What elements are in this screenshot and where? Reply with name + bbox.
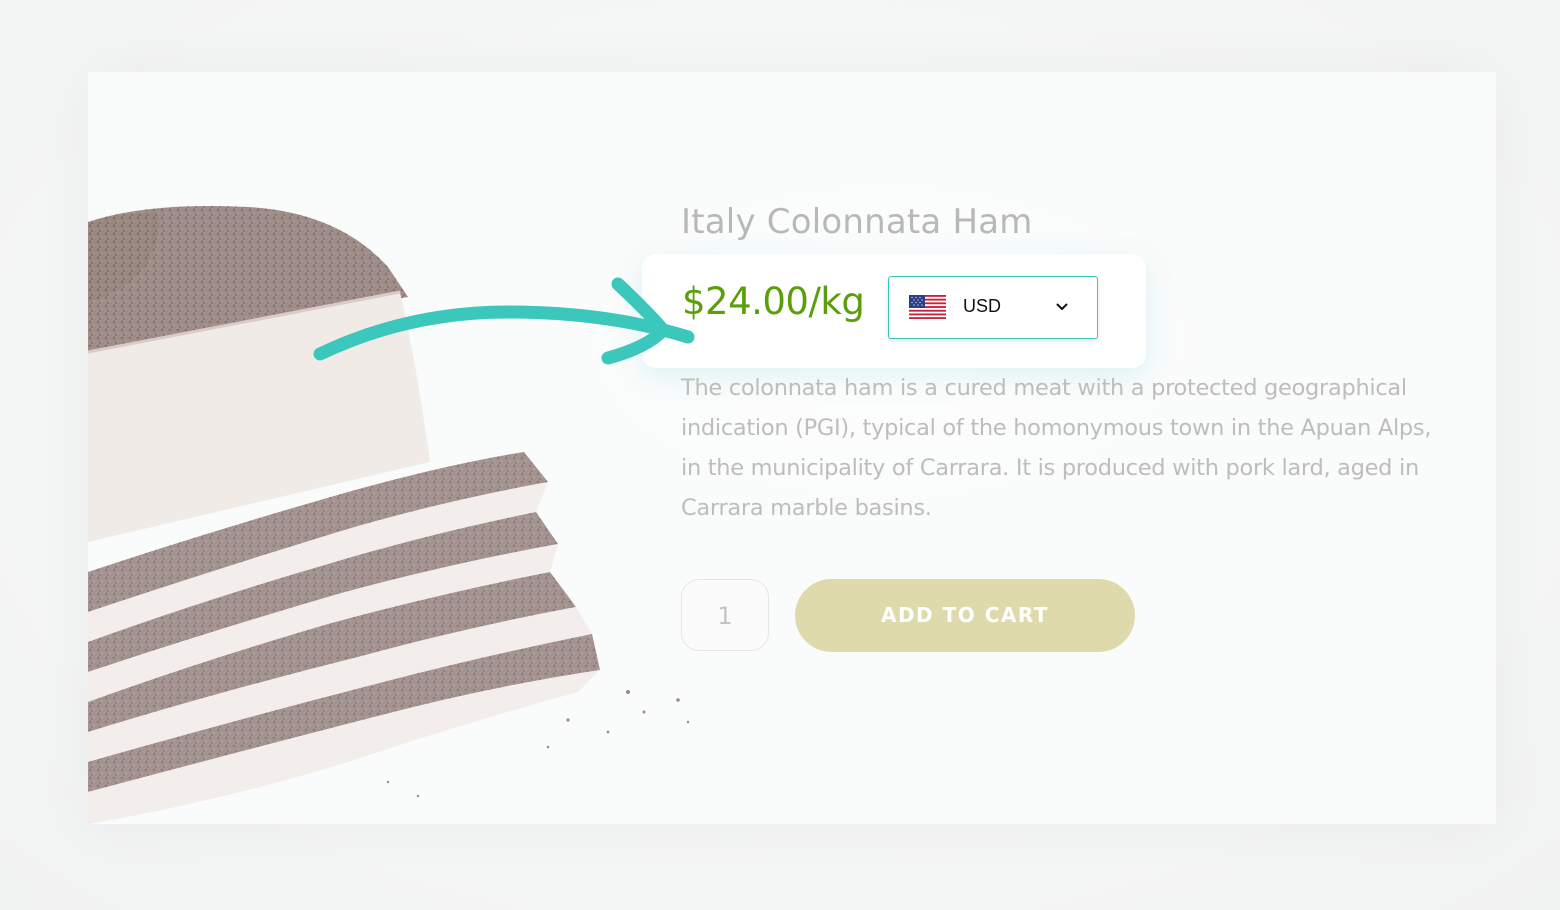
us-flag-icon bbox=[909, 295, 946, 319]
chevron-down-icon bbox=[1056, 303, 1068, 310]
currency-switcher-dropdown[interactable]: USD bbox=[888, 276, 1098, 339]
product-card: Italy Colonnata Ham $24.00/kg USD The co… bbox=[88, 72, 1496, 824]
quantity-input[interactable]: 1 bbox=[681, 579, 769, 651]
product-description: The colonnata ham is a cured meat with a… bbox=[681, 375, 1432, 521]
page-background: Italy Colonnata Ham $24.00/kg USD The co… bbox=[0, 0, 1560, 910]
arrow-annotation-icon bbox=[313, 277, 695, 365]
add-to-cart-button[interactable]: ADD TO CART bbox=[795, 579, 1135, 652]
currency-code: USD bbox=[963, 296, 1002, 316]
product-title: Italy Colonnata Ham bbox=[681, 202, 1033, 242]
